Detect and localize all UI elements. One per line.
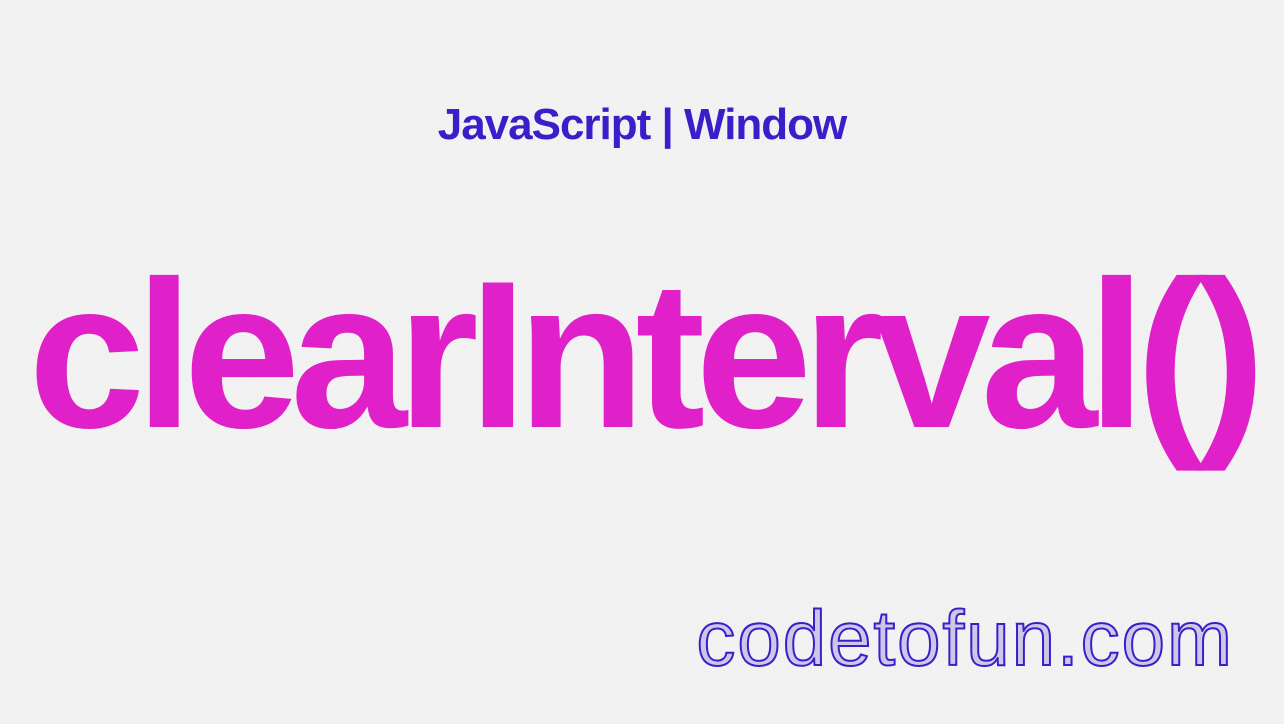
main-title: clearInterval() — [0, 250, 1284, 460]
website-footer: codetofun.com — [696, 593, 1234, 684]
category-header: JavaScript | Window — [0, 100, 1284, 150]
